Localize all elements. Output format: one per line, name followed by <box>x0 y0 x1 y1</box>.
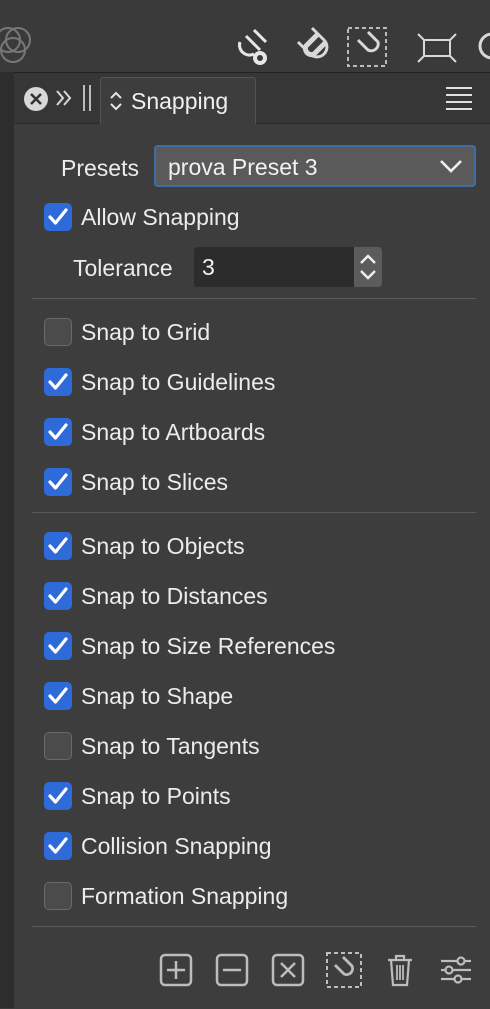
tolerance-field[interactable]: 3 <box>194 247 382 287</box>
snap-to-size-references-checkbox[interactable] <box>44 632 72 660</box>
tolerance-value: 3 <box>202 254 215 280</box>
close-icon <box>30 93 42 105</box>
snap-to-objects-label: Snap to Objects <box>81 533 245 559</box>
panel-menu-button[interactable] <box>444 85 474 111</box>
double-chevron-right-icon <box>56 90 72 106</box>
tolerance-stepper[interactable] <box>354 247 382 287</box>
trash-icon[interactable] <box>380 950 420 990</box>
snap-to-guidelines-checkbox[interactable] <box>44 368 72 396</box>
snap-to-size-references-label: Snap to Size References <box>81 633 336 659</box>
snap-to-guidelines-label: Snap to Guidelines <box>81 369 276 395</box>
snap-to-points-checkbox[interactable] <box>44 782 72 810</box>
checkmark-icon <box>48 208 68 225</box>
checkmark-icon <box>48 587 68 604</box>
checkmark-icon <box>48 837 68 854</box>
presets-label: Presets <box>61 155 139 181</box>
presets-select[interactable]: prova Preset 3 <box>154 145 476 187</box>
formation-snapping-checkbox[interactable] <box>44 882 72 910</box>
hamburger-menu-icon <box>446 87 472 110</box>
add-preset-icon[interactable] <box>156 950 196 990</box>
snap-to-slices-label: Snap to Slices <box>81 469 229 495</box>
presets-value: prova Preset 3 <box>168 154 318 180</box>
snap-to-artboards-label: Snap to Artboards <box>81 419 266 445</box>
magnet-selection-icon[interactable] <box>324 950 364 990</box>
circles-icon[interactable] <box>0 22 38 72</box>
checkmark-icon <box>48 787 68 804</box>
divider <box>32 512 476 513</box>
left-dock-edge <box>0 72 14 1008</box>
top-toolbar <box>0 0 490 72</box>
tolerance-input[interactable]: 3 <box>194 247 354 287</box>
snap-to-objects-checkbox[interactable] <box>44 532 72 560</box>
collision-snapping-checkbox[interactable] <box>44 832 72 860</box>
snap-to-distances-checkbox[interactable] <box>44 582 72 610</box>
chevron-up-down-icon <box>360 254 376 280</box>
snap-to-distances-label: Snap to Distances <box>81 583 268 609</box>
snap-to-grid-checkbox[interactable] <box>44 318 72 346</box>
drag-handle[interactable] <box>80 83 94 113</box>
reset-icon[interactable] <box>268 950 308 990</box>
checkmark-icon <box>48 687 68 704</box>
checkmark-icon <box>48 473 68 490</box>
divider <box>32 298 476 299</box>
allow-snapping-checkbox[interactable] <box>44 203 72 231</box>
snap-to-tangents-checkbox[interactable] <box>44 732 72 760</box>
magnet-selection-icon[interactable] <box>344 22 394 72</box>
panel-tab-strip: Snapping <box>14 73 490 124</box>
checkmark-icon <box>48 637 68 654</box>
chevron-down-icon <box>440 160 462 173</box>
close-panel-button[interactable] <box>24 87 48 111</box>
snap-to-shape-label: Snap to Shape <box>81 683 234 709</box>
sliders-icon[interactable] <box>436 950 476 990</box>
snap-to-points-label: Snap to Points <box>81 783 231 809</box>
magnet-icon[interactable] <box>288 22 338 72</box>
grip-icon <box>83 85 91 111</box>
collision-snapping-label: Collision Snapping <box>81 833 272 859</box>
snap-to-artboards-checkbox[interactable] <box>44 418 72 446</box>
tolerance-label: Tolerance <box>73 255 173 281</box>
snap-to-tangents-label: Snap to Tangents <box>81 733 260 759</box>
checkmark-icon <box>48 423 68 440</box>
snapping-settings-icon[interactable] <box>232 22 282 72</box>
resize-icon[interactable] <box>412 22 462 72</box>
expand-panel-button[interactable] <box>54 83 74 113</box>
divider <box>32 926 476 927</box>
checkmark-icon <box>48 373 68 390</box>
formation-snapping-label: Formation Snapping <box>81 883 289 909</box>
checkmark-icon <box>48 537 68 554</box>
snap-to-slices-checkbox[interactable] <box>44 468 72 496</box>
tab-snapping[interactable]: Snapping <box>100 77 256 124</box>
snap-to-shape-checkbox[interactable] <box>44 682 72 710</box>
allow-snapping-label: Allow Snapping <box>81 204 240 230</box>
snapping-panel: Snapping Presets prova Preset 3 Allow Sn… <box>14 72 490 1009</box>
snap-to-grid-label: Snap to Grid <box>81 319 211 345</box>
remove-preset-icon[interactable] <box>212 950 252 990</box>
tab-label: Snapping <box>131 88 229 114</box>
partial-icon[interactable] <box>470 22 490 72</box>
chevron-up-down-icon <box>110 91 122 111</box>
